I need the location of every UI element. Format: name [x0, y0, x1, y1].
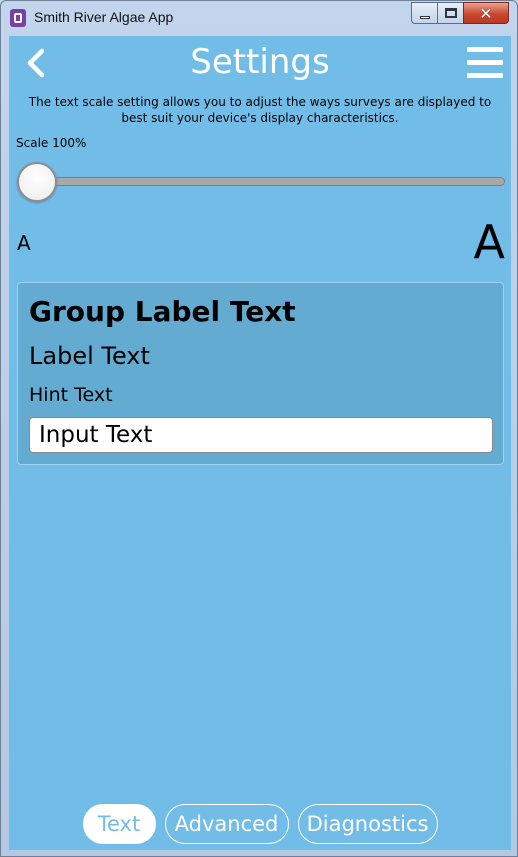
- hamburger-menu-icon: [467, 47, 503, 52]
- header: Settings: [9, 36, 511, 92]
- maximize-icon: [444, 8, 457, 18]
- text-preview-panel: Group Label Text Label Text Hint Text: [17, 282, 504, 465]
- hamburger-menu-icon-bar: [467, 60, 503, 65]
- large-text-sample: A: [473, 215, 505, 269]
- scale-description: The text scale setting allows you to adj…: [28, 95, 492, 125]
- maximize-button[interactable]: [437, 2, 463, 24]
- minimize-button[interactable]: [411, 2, 437, 24]
- window-controls: ✕: [411, 2, 509, 24]
- text-scale-slider[interactable]: [17, 162, 505, 202]
- page-title: Settings: [190, 42, 330, 82]
- tab-text[interactable]: Text: [82, 804, 156, 844]
- small-text-sample: A: [17, 231, 31, 255]
- close-button[interactable]: ✕: [463, 2, 509, 24]
- input-preview-field[interactable]: [29, 417, 493, 453]
- menu-button[interactable]: [467, 47, 503, 79]
- app-icon: [10, 9, 26, 27]
- app-window: Smith River Algae App ✕ Settings The tex…: [0, 0, 518, 857]
- tab-bar: Text Advanced Diagnostics: [9, 804, 511, 844]
- hamburger-menu-icon-bar: [467, 73, 503, 78]
- tab-advanced[interactable]: Advanced: [164, 804, 289, 844]
- hint-preview: Hint Text: [29, 384, 113, 406]
- title-bar[interactable]: Smith River Algae App ✕: [1, 1, 517, 33]
- group-label-preview: Group Label Text: [29, 295, 296, 328]
- close-icon: ✕: [479, 3, 493, 23]
- minimize-icon: [419, 15, 430, 19]
- scale-label: Scale 100%: [16, 136, 87, 150]
- app-content: Settings The text scale setting allows y…: [9, 36, 511, 850]
- window-title: Smith River Algae App: [34, 9, 174, 25]
- slider-track[interactable]: [27, 177, 505, 186]
- tab-diagnostics[interactable]: Diagnostics: [297, 804, 438, 844]
- label-preview: Label Text: [29, 342, 150, 370]
- slider-thumb[interactable]: [17, 162, 57, 202]
